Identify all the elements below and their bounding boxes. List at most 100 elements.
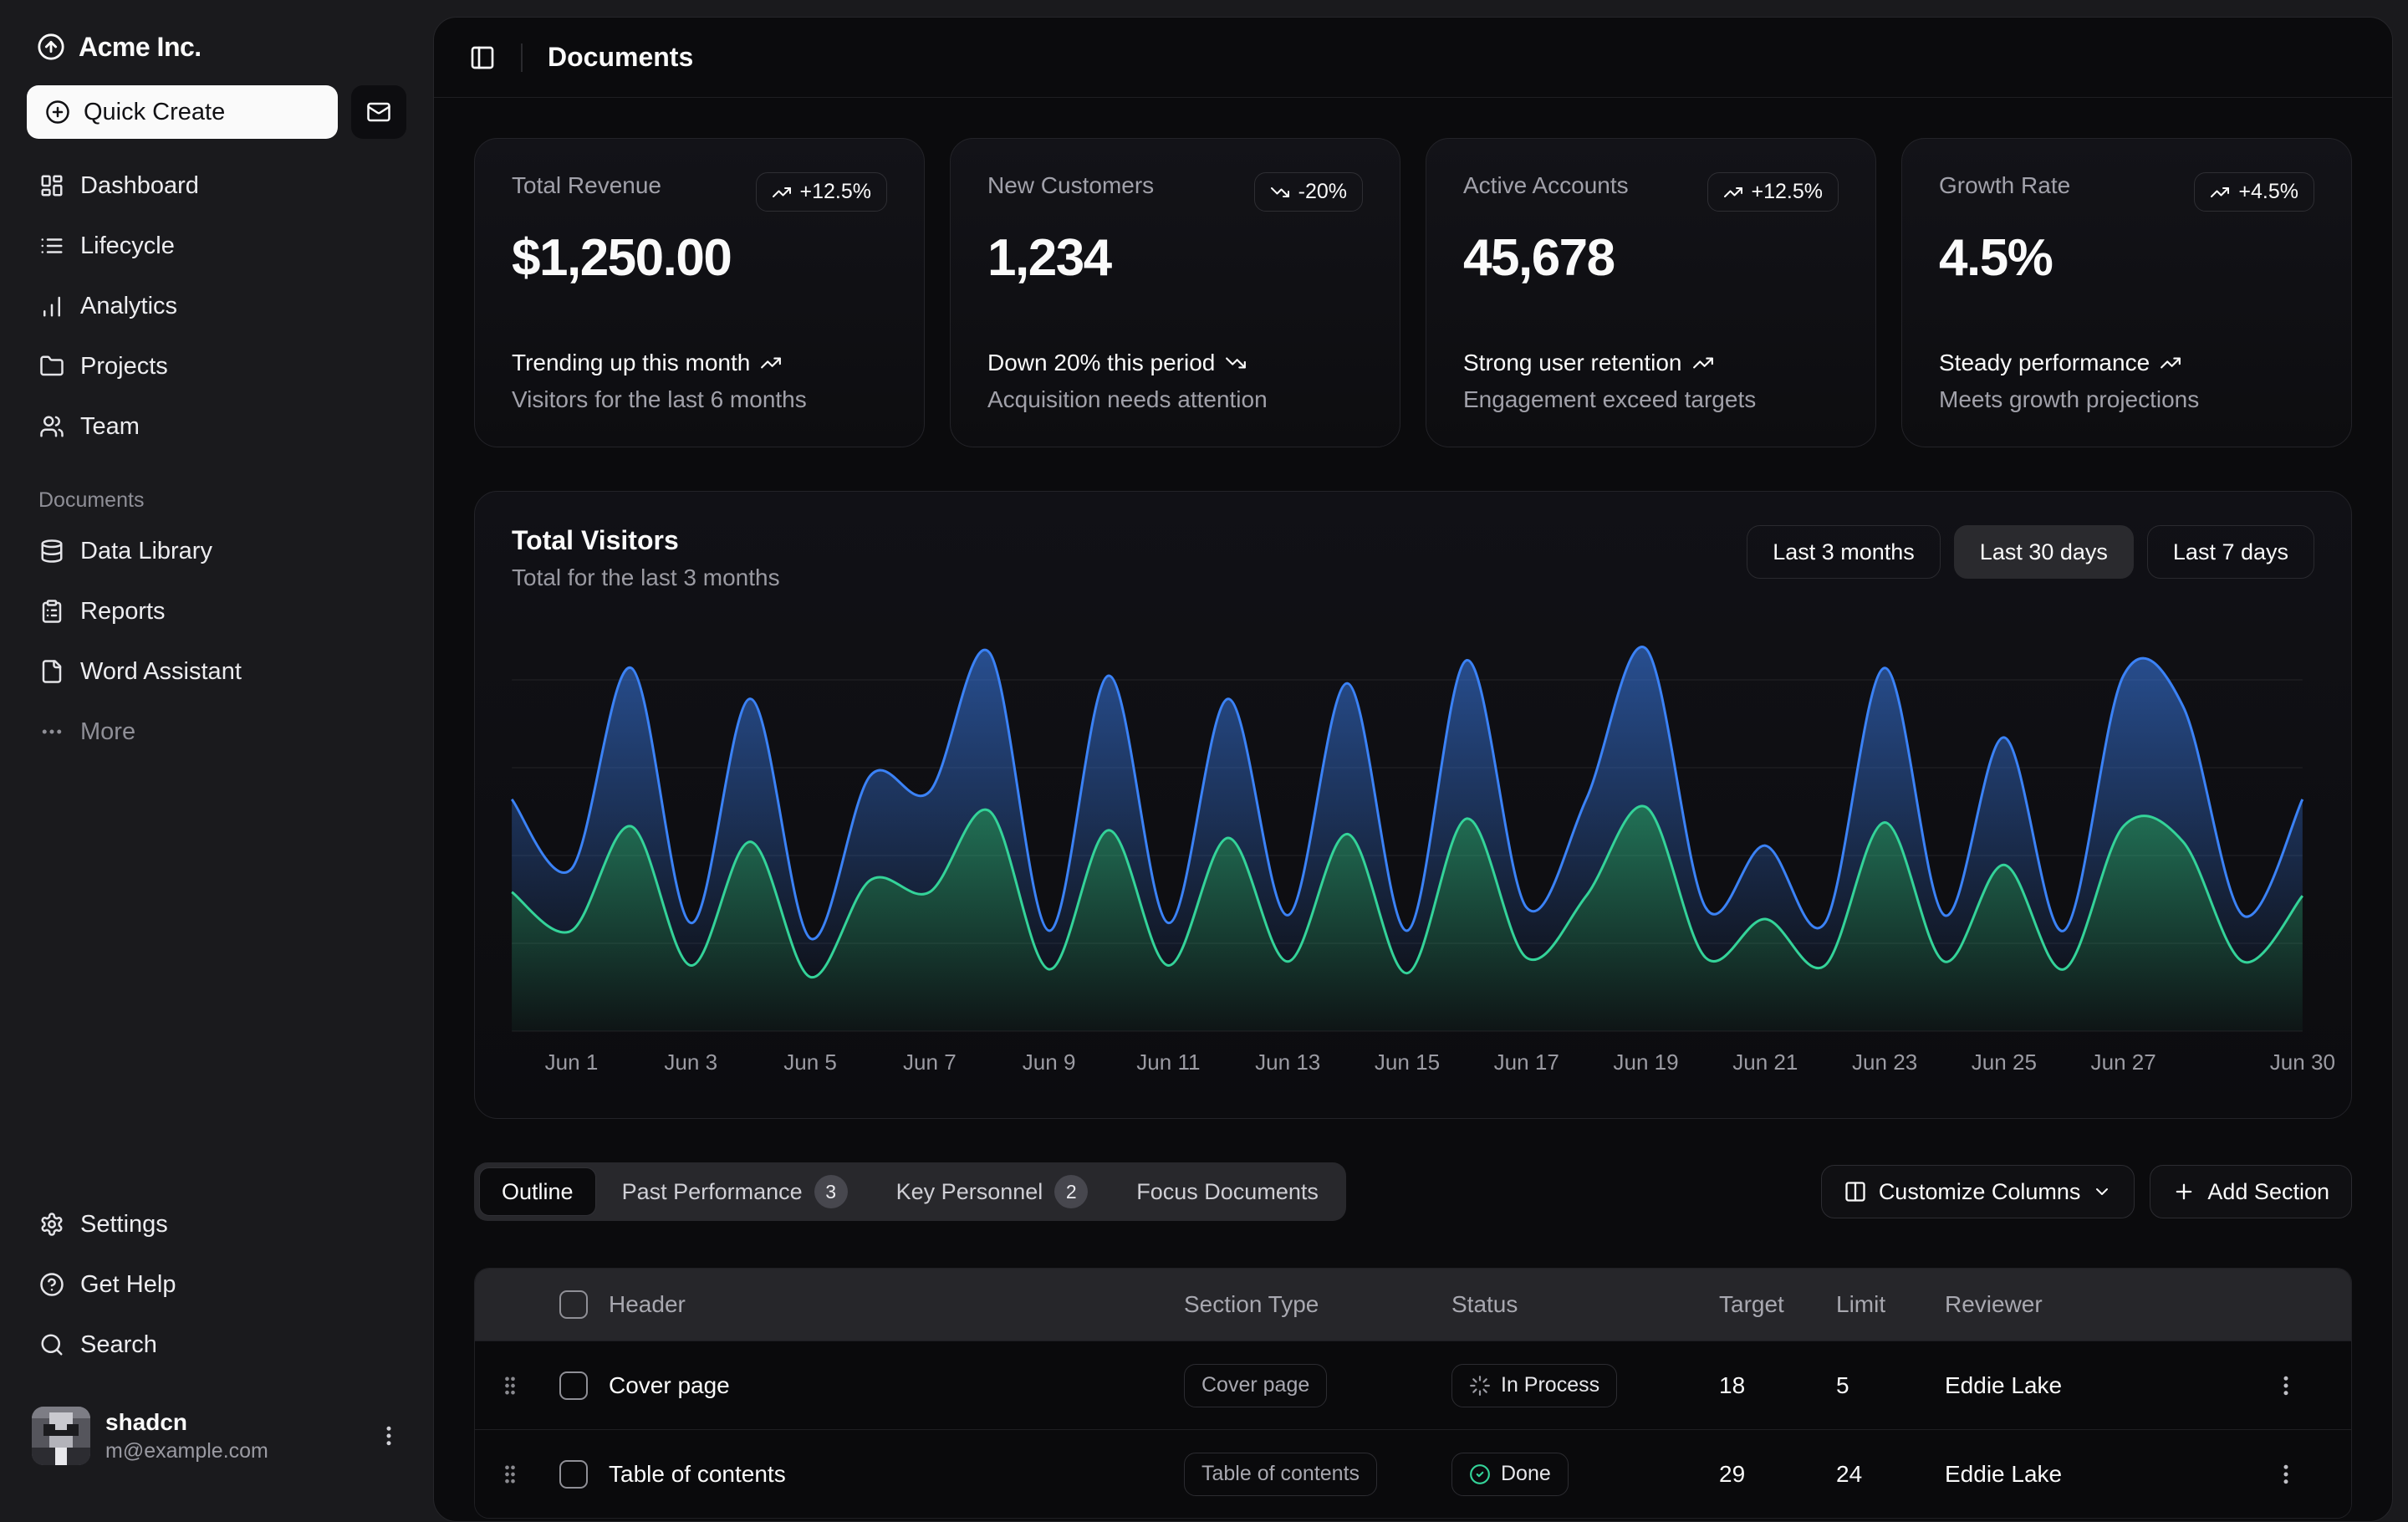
limit-cell[interactable]: 24 [1829,1461,1938,1488]
sidebar-item-lifecycle[interactable]: Lifecycle [27,221,406,271]
tab-count-badge: 2 [1054,1175,1088,1208]
view-tabs: Outline Past Performance 3 Key Personnel… [474,1162,1346,1221]
table-row: Table of contents Table of contents Done… [475,1429,2351,1518]
sidebar-item-get-help[interactable]: Get Help [27,1259,406,1310]
trending-up-icon [1692,352,1714,374]
row-menu-button[interactable] [2273,1373,2298,1398]
drag-handle[interactable] [475,1374,538,1397]
columns-icon [1844,1180,1867,1203]
row-header-cell[interactable]: Table of contents [602,1461,1177,1488]
inbox-button[interactable] [351,85,406,139]
column-header: Target [1712,1291,1829,1318]
sidebar-item-settings[interactable]: Settings [27,1199,406,1249]
sidebar-item-analytics[interactable]: Analytics [27,281,406,331]
row-checkbox[interactable] [559,1371,588,1400]
status-badge: Done [1451,1453,1569,1496]
card-growth-rate: Growth Rate +4.5% 4.5% Steady performanc… [1901,138,2352,447]
column-header: Header [602,1291,1177,1318]
sidebar-item-projects[interactable]: Projects [27,341,406,391]
trend-badge: -20% [1254,172,1363,212]
topbar: Documents [434,18,2392,98]
svg-text:Jun 30: Jun 30 [2270,1050,2335,1075]
tab-key-personnel[interactable]: Key Personnel 2 [874,1167,1111,1216]
chart-column-icon [38,294,65,319]
database-icon [38,539,65,564]
ellipsis-icon [38,719,65,744]
trend-badge: +12.5% [1707,172,1839,212]
stat-cards: Total Revenue +12.5% $1,250.00 Trending … [474,138,2352,447]
svg-text:Jun 5: Jun 5 [783,1050,837,1075]
chevron-down-icon [2092,1182,2112,1202]
org-switcher[interactable]: Acme Inc. [27,20,406,74]
card-footer-sub: Meets growth projections [1939,386,2314,413]
range-last-3-months[interactable]: Last 3 months [1747,525,1941,579]
arrow-up-circle-icon [37,33,65,61]
trending-up-icon [1723,182,1743,202]
drag-handle[interactable] [475,1463,538,1486]
users-icon [38,414,65,439]
layout-dashboard-icon [38,173,65,198]
row-checkbox[interactable] [559,1460,588,1489]
sidebar-group-label: Documents [38,488,406,513]
customize-columns-button[interactable]: Customize Columns [1821,1165,2135,1218]
limit-cell[interactable]: 5 [1829,1372,1938,1399]
trending-up-icon [760,352,782,374]
target-cell[interactable]: 29 [1712,1461,1829,1488]
sidebar-item-reports[interactable]: Reports [27,586,406,636]
user-menu[interactable]: shadcn m@example.com [27,1400,406,1472]
check-circle-icon [1469,1463,1491,1485]
divider [521,43,523,72]
user-name: shadcn [105,1409,361,1436]
card-footer-line: Steady performance [1939,350,2150,376]
nav-main: Dashboard Lifecycle Analytics Projects T… [27,161,406,452]
sidebar-item-label: More [80,718,135,746]
sidebar-item-word-assistant[interactable]: Word Assistant [27,646,406,697]
trend-badge: +4.5% [2194,172,2314,212]
card-value: 1,234 [987,228,1363,288]
svg-text:Jun 13: Jun 13 [1255,1050,1320,1075]
select-all-checkbox[interactable] [559,1290,588,1319]
chart-title: Total Visitors [512,525,780,556]
trending-up-icon [772,182,792,202]
search-icon [38,1332,65,1357]
reviewer-cell: Eddie Lake [1938,1461,2214,1488]
card-footer-line: Trending up this month [512,350,750,376]
quick-create-button[interactable]: Quick Create [27,85,338,139]
trending-down-icon [1270,182,1290,202]
sidebar-item-more[interactable]: More [27,707,406,757]
sidebar-item-data-library[interactable]: Data Library [27,526,406,576]
page-title: Documents [548,42,693,73]
range-last-30-days[interactable]: Last 30 days [1954,525,2134,579]
column-header: Section Type [1177,1291,1445,1318]
target-cell[interactable]: 18 [1712,1372,1829,1399]
sidebar-item-label: Projects [80,353,168,380]
sidebar-toggle-button[interactable] [469,44,496,71]
sidebar-item-label: Settings [80,1211,168,1239]
svg-text:Jun 3: Jun 3 [664,1050,717,1075]
sections-table: Header Section Type Status Target Limit … [474,1268,2352,1519]
tab-focus-documents[interactable]: Focus Documents [1114,1167,1341,1216]
sidebar-item-label: Get Help [80,1271,176,1299]
sidebar-item-search[interactable]: Search [27,1320,406,1370]
card-footer-sub: Acquisition needs attention [987,386,1363,413]
row-header-cell[interactable]: Cover page [602,1372,1177,1399]
svg-text:Jun 9: Jun 9 [1023,1050,1076,1075]
sidebar-item-label: Search [80,1331,157,1359]
sidebar-item-team[interactable]: Team [27,401,406,452]
row-menu-button[interactable] [2273,1462,2298,1487]
sidebar-item-label: Reports [80,598,166,626]
tab-past-performance[interactable]: Past Performance 3 [599,1167,870,1216]
plus-icon [2172,1180,2196,1203]
add-section-button[interactable]: Add Section [2150,1165,2352,1218]
ellipsis-vertical-icon [376,1423,401,1448]
mail-icon [366,100,391,125]
folder-icon [38,354,65,379]
range-last-7-days[interactable]: Last 7 days [2147,525,2314,579]
sidebar-item-dashboard[interactable]: Dashboard [27,161,406,211]
visitors-chart-card: Total Visitors Total for the last 3 mont… [474,491,2352,1119]
section-type-badge: Table of contents [1184,1453,1377,1496]
card-footer-line: Strong user retention [1463,350,1682,376]
svg-text:Jun 11: Jun 11 [1136,1050,1200,1075]
tab-outline[interactable]: Outline [479,1167,596,1216]
sidebar-item-label: Analytics [80,293,177,320]
